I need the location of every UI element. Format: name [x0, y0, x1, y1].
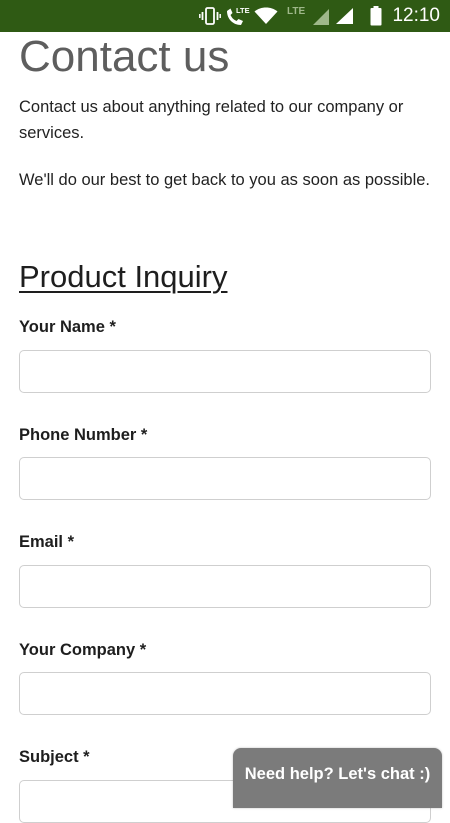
wifi-icon	[254, 0, 278, 32]
vibrate-icon	[198, 0, 222, 32]
svg-text:LTE: LTE	[287, 6, 305, 17]
section-title: Product Inquiry	[19, 259, 228, 294]
signal-icon	[334, 0, 356, 32]
phone-number-input[interactable]	[19, 457, 431, 500]
chat-button[interactable]: Need help? Let's chat :)	[233, 748, 442, 808]
intro-text: Contact us about anything related to our…	[19, 98, 404, 142]
volte-call-icon: LTE	[224, 0, 252, 32]
email-label: Email *	[19, 533, 75, 551]
your-company-input[interactable]	[19, 672, 431, 715]
battery-icon	[367, 0, 385, 32]
your-company-label: Your Company *	[19, 641, 147, 659]
status-clock: 12:10	[392, 5, 440, 26]
lte-signal-icon: LTE	[286, 0, 332, 32]
your-name-input[interactable]	[19, 350, 431, 393]
subject-label: Subject *	[19, 748, 90, 766]
svg-text:LTE: LTE	[236, 6, 250, 15]
your-name-label: Your Name *	[19, 318, 116, 336]
page-title: Contact us	[19, 32, 230, 81]
email-input[interactable]	[19, 565, 431, 608]
status-bar: LTE LTE 12:10	[0, 0, 450, 32]
followup-text: We'll do our best to get back to you as …	[19, 171, 431, 189]
phone-number-label: Phone Number *	[19, 426, 148, 444]
